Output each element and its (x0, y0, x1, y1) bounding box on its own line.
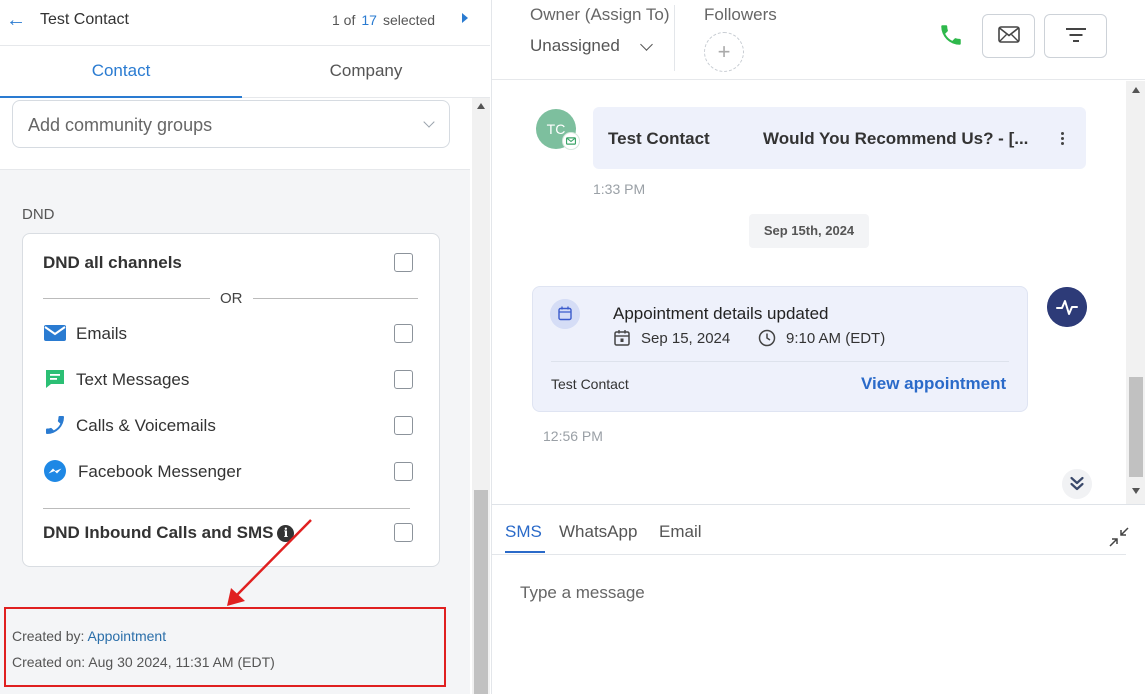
activity-pulse-icon (1047, 287, 1087, 327)
message-sender: Test Contact (608, 129, 710, 148)
followers-label: Followers (704, 5, 777, 24)
email-badge-icon (562, 132, 580, 150)
date-icon (614, 330, 630, 346)
appointment-activity-card: Appointment details updated Sep 15, 2024… (532, 286, 1028, 412)
conversation-feed: TC Test Contact Would You Recommend Us? … (492, 81, 1126, 504)
scroll-down-icon[interactable] (1132, 488, 1140, 494)
appointment-date: Sep 15, 2024 (641, 330, 731, 347)
clock-icon (758, 329, 776, 347)
add-follower-button[interactable]: + (704, 32, 744, 72)
composer-tab-email[interactable]: Email (659, 522, 702, 542)
appointment-title: Appointment details updated (613, 304, 829, 323)
scroll-up-icon[interactable] (1132, 87, 1140, 93)
message-composer: SMS WhatsApp Email Type a message (492, 504, 1145, 694)
appointment-time: 9:10 AM (EDT) (786, 330, 886, 347)
conversation-header: Owner (Assign To) Unassigned Followers + (492, 0, 1145, 80)
calendar-icon (550, 299, 580, 329)
more-options-icon[interactable] (1055, 130, 1069, 148)
email-button[interactable] (982, 14, 1035, 58)
chevron-down-icon (640, 38, 653, 51)
filter-button[interactable] (1044, 14, 1107, 58)
mail-icon (997, 25, 1020, 43)
appointment-timestamp: 12:56 PM (543, 428, 603, 444)
appointment-contact: Test Contact (551, 376, 629, 392)
owner-label: Owner (Assign To) (530, 5, 670, 24)
owner-select[interactable]: Unassigned (530, 36, 653, 56)
appointment-divider (551, 361, 1009, 362)
call-icon[interactable] (938, 22, 964, 48)
message-timestamp: 1:33 PM (593, 181, 646, 197)
collapse-icon[interactable] (1109, 527, 1129, 547)
active-tab-indicator (505, 551, 545, 553)
scroll-to-bottom-icon[interactable] (1062, 469, 1092, 499)
view-appointment-link[interactable]: View appointment (861, 374, 1006, 394)
composer-tabs-divider (492, 554, 1126, 555)
composer-tab-sms[interactable]: SMS (505, 522, 542, 542)
contact-details-panel: ← Test Contact 1 of 17 selected Contact Co… (0, 0, 490, 694)
annotation-arrow-icon (227, 519, 312, 606)
conversation-panel: Owner (Assign To) Unassigned Followers + (491, 0, 1145, 694)
message-subject: Would You Recommend Us? - [... (763, 129, 1029, 148)
feed-scrollbar-thumb[interactable] (1129, 377, 1143, 477)
message-input[interactable]: Type a message (520, 583, 645, 603)
owner-value: Unassigned (530, 36, 620, 55)
filter-icon (1065, 27, 1086, 42)
composer-tab-whatsapp[interactable]: WhatsApp (559, 522, 637, 542)
header-divider (674, 5, 675, 71)
email-message-bubble[interactable]: Test Contact Would You Recommend Us? - [… (593, 107, 1086, 169)
feed-scrollbar[interactable] (1126, 81, 1145, 504)
date-divider: Sep 15th, 2024 (749, 214, 869, 248)
